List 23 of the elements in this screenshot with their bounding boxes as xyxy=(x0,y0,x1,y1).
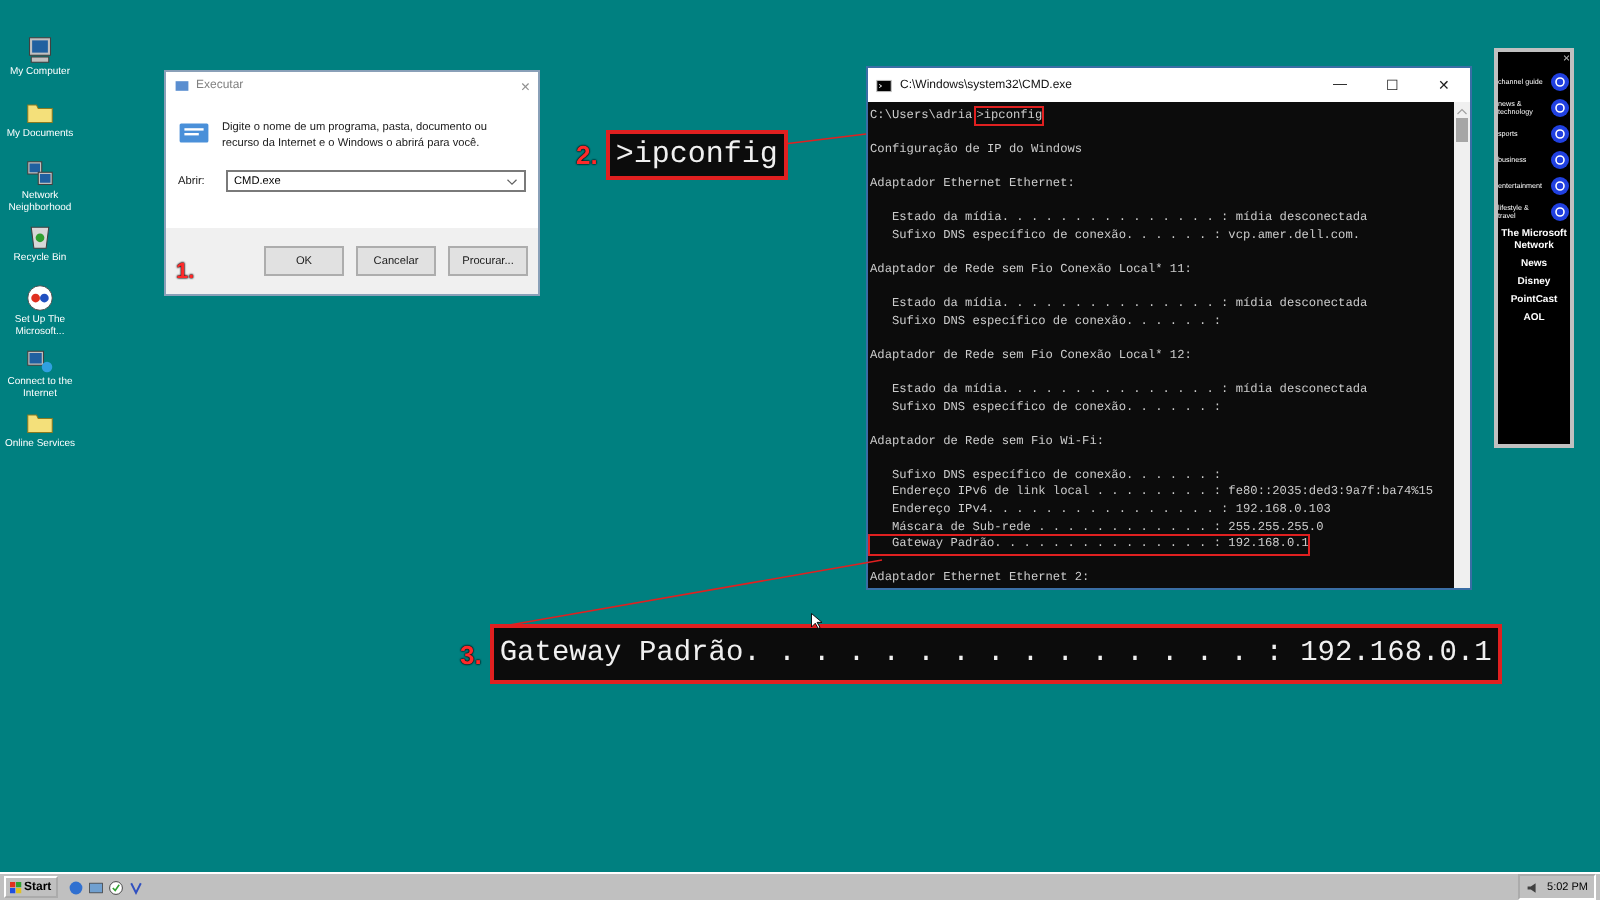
window-icon xyxy=(174,78,190,94)
scrollbar[interactable] xyxy=(1454,102,1470,588)
browser-icon[interactable] xyxy=(67,879,84,895)
step-label: 1. xyxy=(176,259,195,283)
computer-icon[interactable] xyxy=(26,36,54,64)
cursor-icon xyxy=(810,612,822,630)
zoomed-command: >ipconfig xyxy=(605,130,788,180)
folder-icon[interactable] xyxy=(26,98,54,126)
windows-logo-icon xyxy=(10,881,22,893)
run-icon xyxy=(178,120,210,146)
channels-icon[interactable] xyxy=(107,879,124,895)
desktop-icon[interactable] xyxy=(87,879,104,895)
speaker-icon[interactable] xyxy=(1525,879,1542,895)
step-label: 3. xyxy=(460,639,482,669)
mail-icon[interactable] xyxy=(127,879,144,895)
scroll-thumb[interactable] xyxy=(1456,118,1468,142)
caret-icon[interactable] xyxy=(506,177,518,185)
folder-icon[interactable] xyxy=(26,408,54,436)
step-label: 2. xyxy=(576,140,598,170)
console-icon xyxy=(876,77,892,93)
network-icon[interactable] xyxy=(26,160,54,188)
recycle-bin-icon[interactable] xyxy=(26,222,54,250)
leader-line xyxy=(783,133,867,145)
